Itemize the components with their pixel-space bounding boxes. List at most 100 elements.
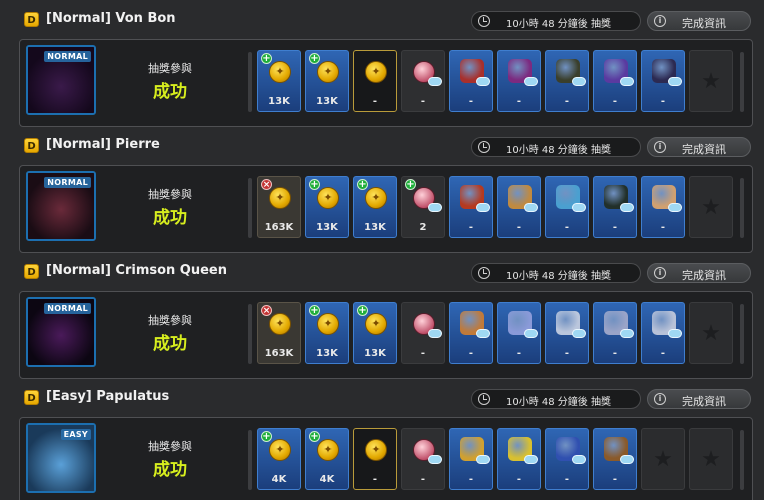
reward-slot-item[interactable]: - [593,50,637,112]
reward-slot-orb[interactable]: - [401,50,445,112]
completion-info-button[interactable]: i 完成資訊 [647,263,751,283]
reward-amount: - [660,96,666,107]
reward-slot-item[interactable]: - [545,302,589,364]
clock-icon [478,15,490,27]
difficulty-tag: NORMAL [44,303,91,314]
reward-slot-item[interactable]: - [641,176,685,238]
cloud-icon [524,203,538,212]
reward-slot-coin[interactable]: ✦ +13K [353,176,397,238]
boss-portrait: NORMAL [26,297,96,367]
reward-scroll-right[interactable] [740,304,744,364]
reward-amount: - [564,222,570,233]
reward-scroll-left[interactable] [248,304,252,364]
reward-slot-item[interactable]: - [497,176,541,238]
reward-amount: 2 [419,222,427,233]
reward-slot-item[interactable]: - [449,50,493,112]
completion-info-button[interactable]: i 完成資訊 [647,389,751,409]
draw-timer: 10小時 48 分鐘後 抽獎 [471,11,641,31]
reward-slot-item[interactable]: - [449,302,493,364]
reward-slot-item[interactable]: - [497,50,541,112]
lottery-result-value: 成功 [153,208,187,228]
reward-slot-coin[interactable]: ✦ +4K [257,428,301,490]
lottery-result-value: 成功 [153,82,187,102]
meso-coin-icon: ✦ [269,439,291,461]
reward-slot-coin[interactable]: ✦ +13K [305,302,349,364]
clock-icon [478,141,490,153]
reward-slot-item[interactable]: - [545,50,589,112]
star-icon: ★ [701,321,721,346]
reward-amount: - [660,222,666,233]
reward-scroll-left[interactable] [248,430,252,490]
reward-slot-item[interactable]: - [449,428,493,490]
reward-slot-empty[interactable]: ★ [689,428,733,490]
reward-amount: - [564,474,570,485]
draw-timer: 10小時 48 分鐘後 抽獎 [471,389,641,409]
reward-slot-item[interactable]: - [641,302,685,364]
reward-slot-coin[interactable]: ✦ × 163K [257,302,301,364]
reward-amount: 13K [364,348,386,359]
reward-slot-empty[interactable]: ★ [641,428,685,490]
reward-slot-orb[interactable]: +2 [401,176,445,238]
reward-slot-empty[interactable]: ★ [689,302,733,364]
reward-slot-item[interactable]: - [545,176,589,238]
meso-coin-icon: ✦ [365,439,387,461]
reward-slot-coin[interactable]: ✦ +13K [305,50,349,112]
cloud-icon [620,203,634,212]
reward-slot-coin[interactable]: ✦ - [353,50,397,112]
reward-slot-coin[interactable]: ✦ - [353,428,397,490]
star-icon: ★ [701,447,721,472]
completion-info-label: 完成資訊 [682,17,726,30]
reward-amount: - [564,348,570,359]
draw-timer: 10小時 48 分鐘後 抽獎 [471,137,641,157]
reward-amount: - [468,474,474,485]
reward-scroll-right[interactable] [740,178,744,238]
reward-scroll-right[interactable] [740,52,744,112]
lottery-participation-label: 抽獎參與 [148,62,192,75]
reward-slot-item[interactable]: - [497,302,541,364]
meso-coin-icon: ✦ [365,61,387,83]
completion-info-button[interactable]: i 完成資訊 [647,11,751,31]
reward-slot-coin[interactable]: ✦ +13K [257,50,301,112]
reward-slot-item[interactable]: - [449,176,493,238]
reward-slot-item[interactable]: - [593,428,637,490]
star-icon: ★ [653,447,673,472]
cloud-icon [428,329,442,338]
difficulty-letter-badge: D [24,264,39,279]
reward-amount: 4K [319,474,335,485]
meso-coin-icon: ✦ [317,313,339,335]
meso-coin-icon: ✦ [269,187,291,209]
reward-slot-orb[interactable]: - [401,302,445,364]
reward-amount: 13K [268,96,290,107]
lottery-participation-label: 抽獎參與 [148,440,192,453]
reward-slot-item[interactable]: - [641,50,685,112]
cloud-icon [572,203,586,212]
boss-reward-panel: NORMAL 抽獎參與 成功 ✦ × 163K ✦ +13K ✦ +13K - - - - - - ★ [19,291,753,379]
reward-amount: - [420,474,426,485]
reward-slot-empty[interactable]: ★ [689,50,733,112]
completion-info-label: 完成資訊 [682,143,726,156]
reward-amount: - [516,474,522,485]
reward-slot-empty[interactable]: ★ [689,176,733,238]
reward-scroll-left[interactable] [248,178,252,238]
reward-slot-coin[interactable]: ✦ × 163K [257,176,301,238]
reward-slot-item[interactable]: - [593,302,637,364]
boss-portrait: EASY [26,423,96,493]
reward-scroll-left[interactable] [248,52,252,112]
reward-amount: - [468,222,474,233]
reward-slot-item[interactable]: - [497,428,541,490]
reward-amount: - [612,96,618,107]
reward-slot-coin[interactable]: ✦ +13K [353,302,397,364]
info-icon: i [654,15,666,27]
reward-slot-item[interactable]: - [545,428,589,490]
cloud-icon [428,455,442,464]
reward-slot-coin[interactable]: ✦ +4K [305,428,349,490]
reward-slot-item[interactable]: - [593,176,637,238]
reward-slot-coin[interactable]: ✦ +13K [305,176,349,238]
reward-amount: - [564,96,570,107]
cloud-icon [668,329,682,338]
reward-scroll-right[interactable] [740,430,744,490]
reward-slot-orb[interactable]: - [401,428,445,490]
completion-info-button[interactable]: i 完成資訊 [647,137,751,157]
meso-coin-icon: ✦ [269,61,291,83]
star-icon: ★ [701,69,721,94]
